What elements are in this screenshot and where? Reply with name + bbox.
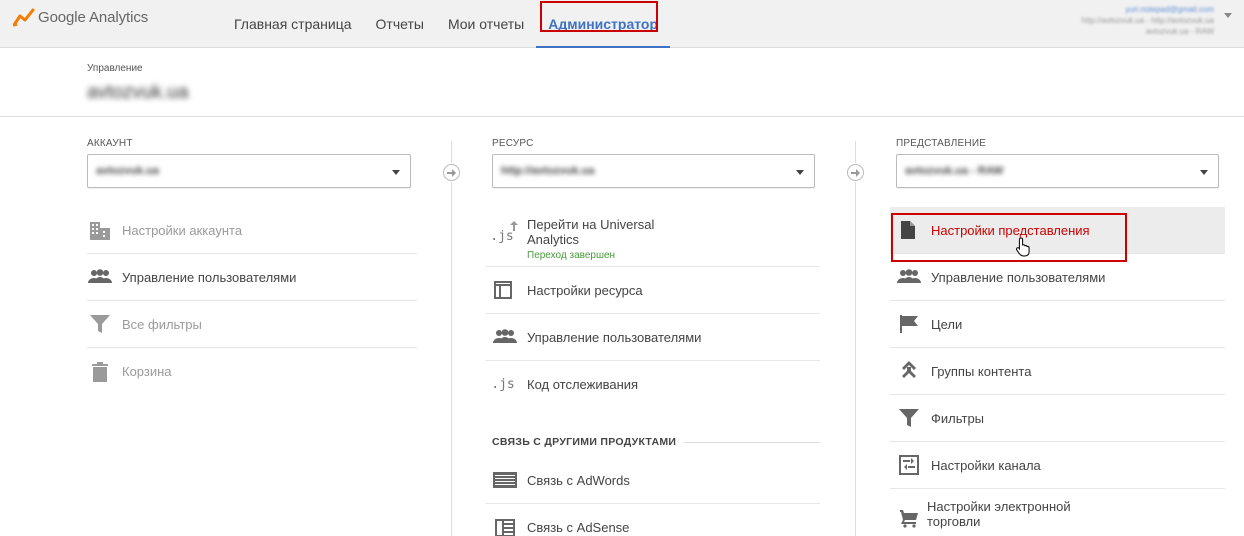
management-name: avtozvuk.ua bbox=[87, 82, 189, 103]
goals-label: Цели bbox=[931, 316, 963, 332]
upgrade-universal-title: Перейти на Universal Analytics bbox=[527, 217, 655, 247]
analytics-logo-icon bbox=[13, 8, 35, 27]
layout-icon bbox=[492, 278, 514, 302]
tracking-code-label: Код отслеживания bbox=[527, 377, 639, 392]
property-users-label: Управление пользователями bbox=[527, 329, 702, 345]
account-column-label: АККАУНТ bbox=[87, 138, 133, 149]
account-users-label: Управление пользователями bbox=[122, 269, 297, 285]
content-groups-icon bbox=[896, 359, 922, 383]
upgrade-universal-label: Перейти на Universal Analytics Переход з… bbox=[527, 217, 667, 263]
column-divider bbox=[451, 182, 452, 536]
view-column-label: ПРЕДСТАВЛЕНИЕ bbox=[896, 138, 987, 149]
adsense-icon bbox=[492, 516, 518, 536]
chevron-down-icon bbox=[392, 170, 400, 175]
channel-settings-icon bbox=[896, 453, 922, 477]
account-users-item[interactable]: Управление пользователями bbox=[87, 254, 417, 301]
account-menu: Настройки аккаунта Управление пользовате… bbox=[87, 207, 417, 395]
account-switcher[interactable]: yuri.notepad@gmail.com http://avtozvuk.u… bbox=[1081, 4, 1214, 37]
property-select[interactable]: http://avtozvuk.ua bbox=[492, 154, 815, 188]
adsense-link-item[interactable]: Связь с AdSense bbox=[486, 504, 820, 536]
product-linking-menu: Связь с AdWords Связь с AdSense bbox=[486, 457, 820, 536]
cart-icon bbox=[896, 507, 922, 531]
tracking-code-item[interactable]: .js Код отслеживания bbox=[486, 361, 820, 408]
channel-settings-label: Настройки канала bbox=[931, 457, 1041, 473]
trash-label: Корзина bbox=[122, 364, 172, 379]
nav-my-reports[interactable]: Мои отчеты bbox=[436, 0, 536, 48]
property-column: РЕСУРС http://avtozvuk.ua .js Перейти на… bbox=[486, 117, 820, 536]
nav-reports[interactable]: Отчеты bbox=[364, 0, 436, 48]
users-icon bbox=[87, 265, 113, 289]
chevron-down-icon bbox=[1200, 170, 1208, 175]
adwords-link-label: Связь с AdWords bbox=[527, 472, 630, 488]
account-line-3: avtozvuk.ua - RAW bbox=[1145, 27, 1214, 36]
adsense-link-label: Связь с AdSense bbox=[527, 520, 630, 535]
js-upgrade-icon: .js bbox=[490, 220, 518, 249]
view-column: ПРЕДСТАВЛЕНИЕ avtozvuk.ua - RAW Настройк… bbox=[890, 117, 1225, 536]
view-users-item[interactable]: Управление пользователями bbox=[890, 254, 1225, 301]
logo[interactable]: Google Analytics bbox=[13, 7, 148, 27]
product-linking-title: СВЯЗЬ С ДРУГИМИ ПРОДУКТАМИ bbox=[492, 436, 677, 448]
view-settings-item[interactable]: Настройки представления bbox=[890, 207, 1225, 257]
account-line-2: http://avtozvuk.ua - http://avtozvuk.ua bbox=[1081, 16, 1214, 25]
property-menu: .js Перейти на Universal Analytics Перех… bbox=[486, 207, 820, 408]
account-email: yuri.notepad@gmail.com bbox=[1125, 5, 1214, 14]
view-settings-label: Настройки представления bbox=[931, 222, 1090, 238]
flag-icon bbox=[896, 312, 922, 336]
js-icon: .js bbox=[491, 377, 515, 392]
content-groups-label: Группы контента bbox=[931, 363, 1032, 379]
property-settings-label: Настройки ресурса bbox=[527, 282, 643, 298]
app-name: Google Analytics bbox=[38, 8, 149, 26]
account-settings-item[interactable]: Настройки аккаунта bbox=[87, 207, 417, 254]
content-groups-item[interactable]: Группы контента bbox=[890, 348, 1225, 395]
account-select[interactable]: avtozvuk.ua bbox=[87, 154, 411, 188]
column-divider bbox=[451, 141, 452, 163]
ecommerce-settings-label: Настройки электронной торговли bbox=[927, 499, 1071, 529]
main-nav: Главная страница Отчеты Мои отчеты Админ… bbox=[222, 0, 670, 49]
arrow-right-icon bbox=[443, 164, 460, 181]
account-settings-label: Настройки аккаунта bbox=[122, 222, 243, 238]
view-select[interactable]: avtozvuk.ua - RAW bbox=[896, 154, 1219, 188]
users-icon bbox=[896, 265, 922, 289]
property-column-label: РЕСУРС bbox=[492, 138, 534, 149]
section-divider bbox=[684, 442, 820, 443]
view-users-label: Управление пользователями bbox=[931, 269, 1106, 285]
adwords-icon bbox=[492, 468, 518, 492]
property-users-item[interactable]: Управление пользователями bbox=[486, 314, 820, 361]
column-divider bbox=[855, 141, 856, 163]
property-settings-item[interactable]: Настройки ресурса bbox=[486, 267, 820, 314]
property-select-value: http://avtozvuk.ua bbox=[501, 165, 595, 177]
ecommerce-settings-item[interactable]: Настройки электронной торговли bbox=[890, 489, 1225, 536]
users-icon bbox=[492, 325, 518, 349]
view-filters-item[interactable]: Фильтры bbox=[890, 395, 1225, 442]
account-column: АККАУНТ avtozvuk.ua Настройки аккаунта У… bbox=[87, 117, 417, 536]
nav-admin[interactable]: Администратор bbox=[536, 0, 670, 49]
management-header: Управление avtozvuk.ua bbox=[0, 48, 1244, 117]
goals-item[interactable]: Цели bbox=[890, 301, 1225, 348]
upgrade-universal-item[interactable]: .js Перейти на Universal Analytics Перех… bbox=[486, 207, 820, 267]
building-icon bbox=[87, 218, 113, 242]
view-filters-label: Фильтры bbox=[931, 410, 985, 426]
column-divider bbox=[855, 182, 856, 536]
trash-item[interactable]: Корзина bbox=[87, 348, 417, 395]
channel-settings-item[interactable]: Настройки канала bbox=[890, 442, 1225, 489]
top-bar: Google Analytics Главная страница Отчеты… bbox=[0, 0, 1244, 49]
management-label: Управление bbox=[87, 63, 143, 74]
nav-home[interactable]: Главная страница bbox=[222, 0, 364, 48]
chevron-down-icon bbox=[796, 170, 804, 175]
account-dropdown-icon[interactable] bbox=[1224, 13, 1232, 18]
document-icon bbox=[896, 218, 920, 242]
all-filters-item[interactable]: Все фильтры bbox=[87, 301, 417, 348]
all-filters-label: Все фильтры bbox=[122, 316, 202, 332]
filter-icon bbox=[896, 406, 922, 430]
account-select-value: avtozvuk.ua bbox=[96, 165, 159, 177]
view-menu: Настройки представления Управление польз… bbox=[890, 207, 1225, 536]
trash-icon bbox=[87, 360, 113, 384]
upgrade-status-text: Переход завершен bbox=[527, 250, 616, 261]
view-select-value: avtozvuk.ua - RAW bbox=[905, 165, 1004, 177]
arrow-right-icon bbox=[847, 164, 864, 181]
filter-icon bbox=[87, 312, 113, 336]
adwords-link-item[interactable]: Связь с AdWords bbox=[486, 457, 820, 504]
